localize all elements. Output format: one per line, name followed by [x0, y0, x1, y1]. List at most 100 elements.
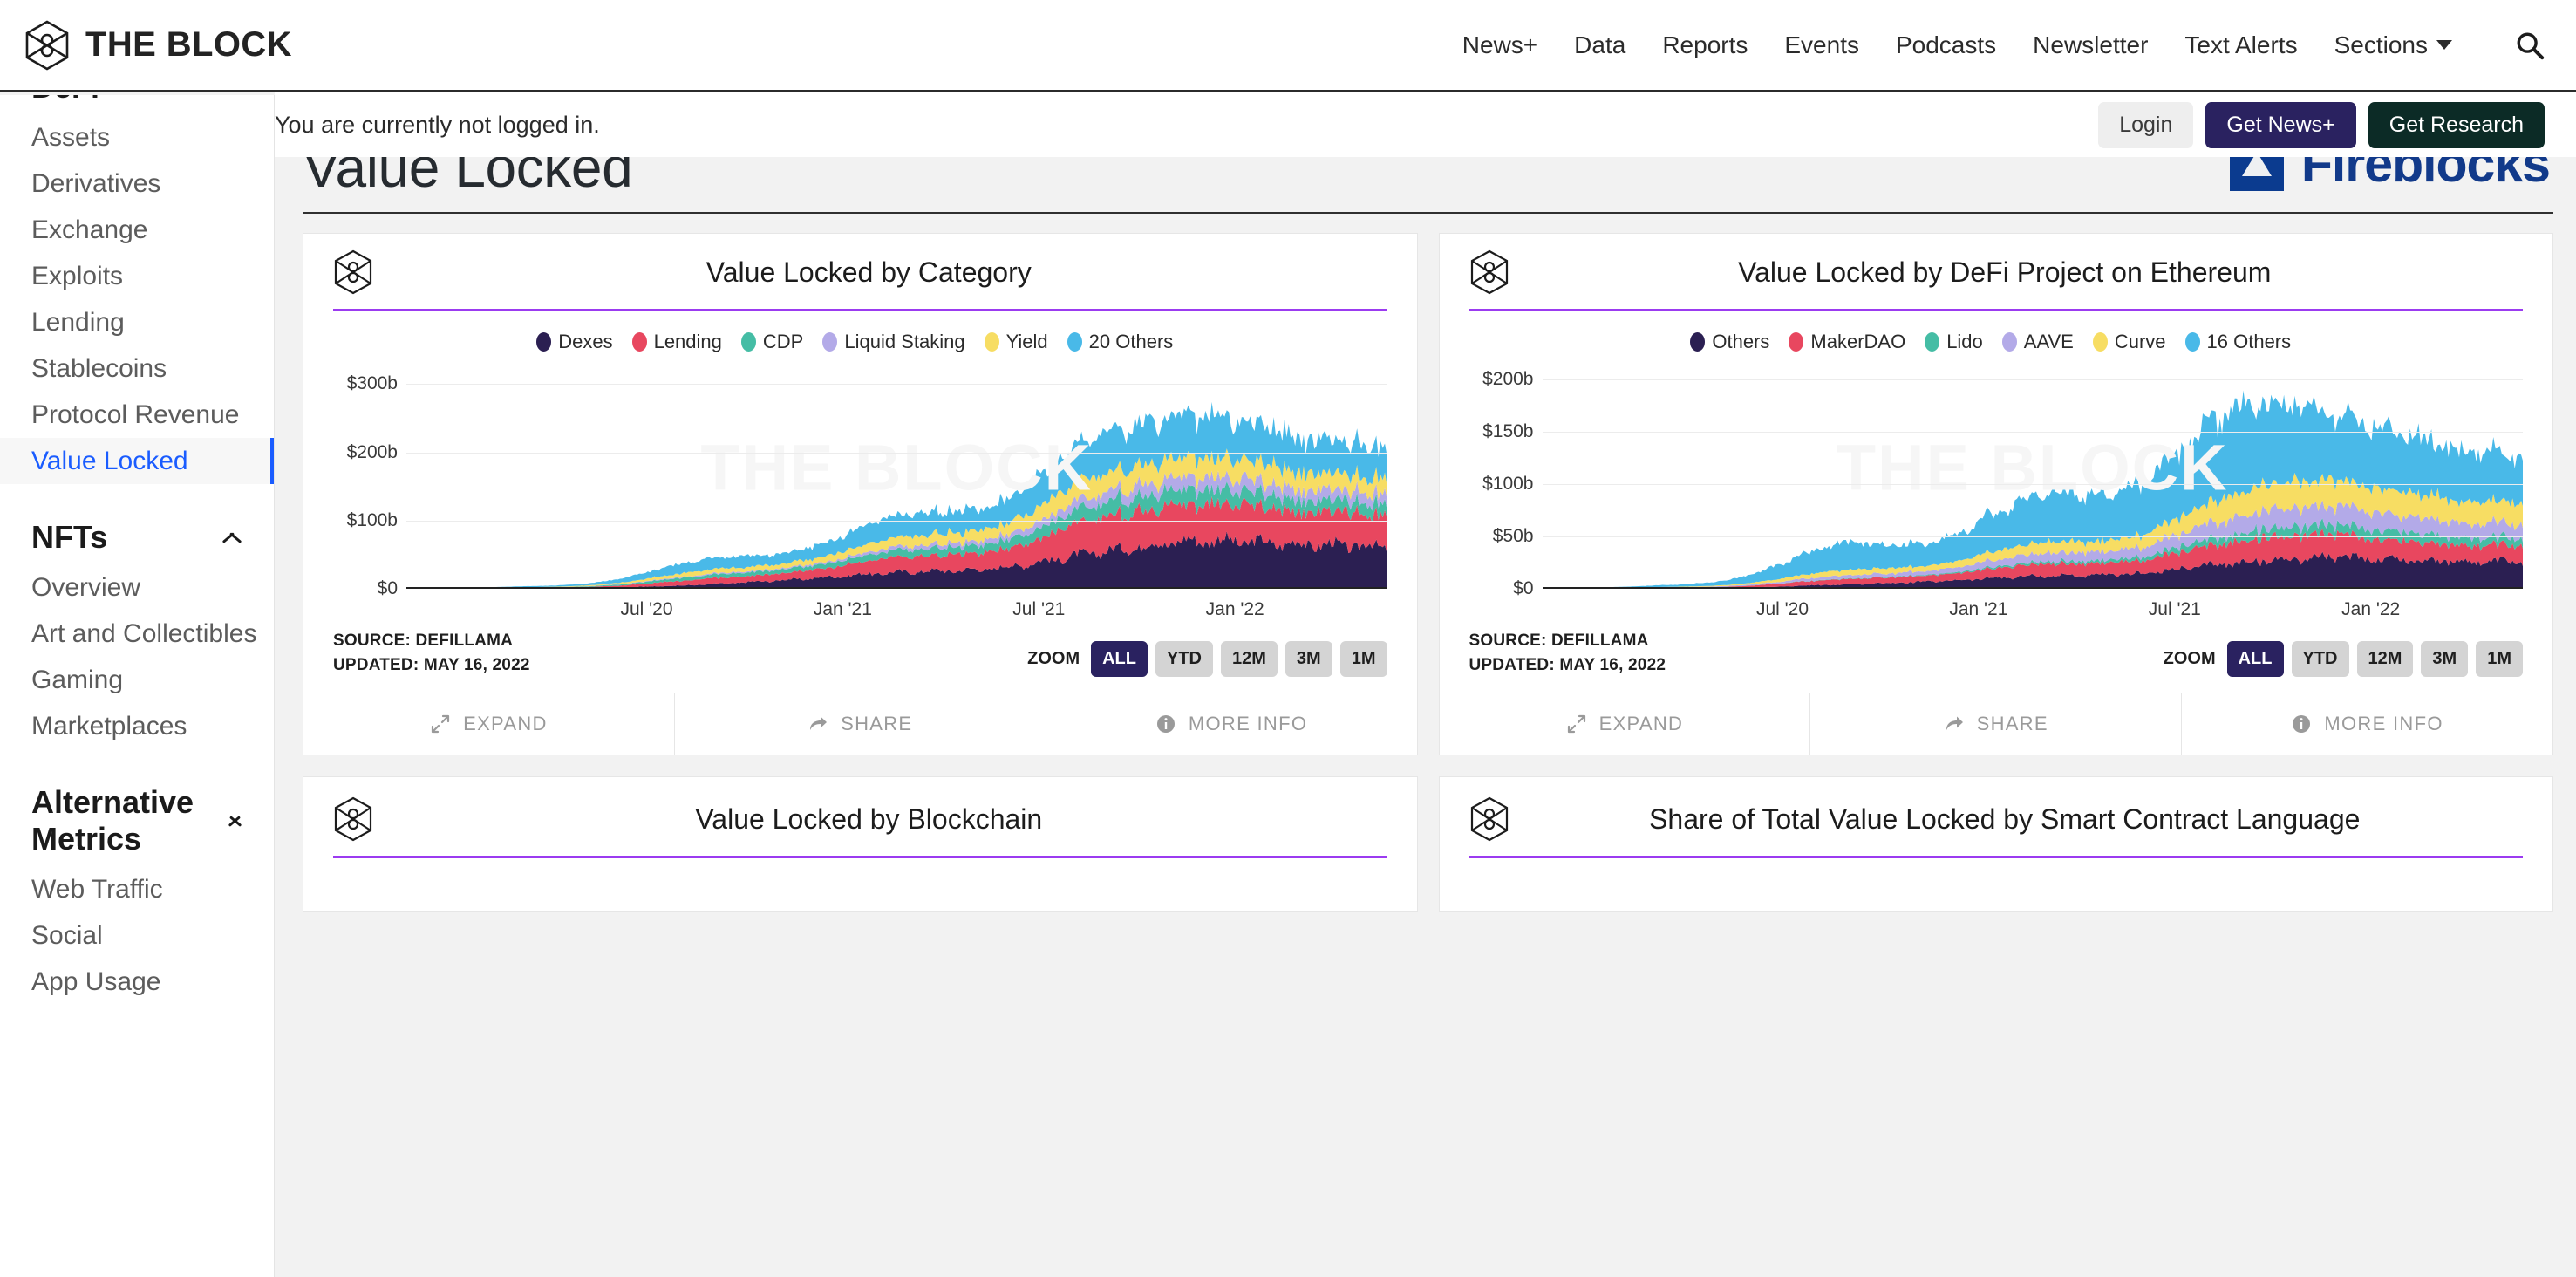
- nav-item-podcasts[interactable]: Podcasts: [1896, 31, 1996, 59]
- share-icon: [810, 716, 828, 731]
- expand-button[interactable]: EXPAND: [303, 693, 675, 755]
- chart-updated-line: UPDATED: MAY 16, 2022: [333, 655, 530, 674]
- zoom-option-ytd[interactable]: YTD: [1155, 641, 1213, 678]
- sidebar-item-stablecoins[interactable]: Stablecoins: [0, 345, 274, 392]
- card-header: Value Locked by DeFi Project on Ethereum: [1440, 234, 2553, 295]
- chart-plot-area: $0 $100b $200b $300b THE BLOCK: [333, 364, 1387, 598]
- get-research-button[interactable]: Get Research: [2368, 101, 2545, 148]
- zoom-option-all[interactable]: ALL: [1091, 641, 1148, 678]
- legend-item[interactable]: CDP: [740, 331, 803, 353]
- nav-item-text-alerts[interactable]: Text Alerts: [2184, 31, 2297, 59]
- share-button[interactable]: SHARE: [675, 693, 1046, 755]
- sidebar-item-art-and-collectibles[interactable]: Art and Collectibles: [0, 611, 274, 657]
- legend-item[interactable]: Dexes: [536, 331, 613, 353]
- card-header: Value Locked by Category: [303, 234, 1417, 295]
- zoom-option-ytd[interactable]: YTD: [2291, 641, 2349, 678]
- legend-item[interactable]: Liquid Staking: [822, 331, 965, 353]
- zoom-option-12m[interactable]: 12M: [2356, 641, 2414, 678]
- legend-color-dot: [822, 332, 838, 352]
- chart-card-grid-row-1: Value Locked by Category Dexes Lending CDP…: [303, 233, 2553, 756]
- sidebar-item-marketplaces[interactable]: Marketplaces: [0, 703, 274, 749]
- legend-color-dot: [1789, 332, 1804, 352]
- login-button[interactable]: Login: [2098, 101, 2194, 148]
- sidebar-item-derivatives[interactable]: Derivatives: [0, 160, 274, 207]
- zoom-option-1m[interactable]: 1M: [2476, 641, 2523, 678]
- site-logo[interactable]: THE BLOCK: [24, 20, 292, 71]
- sidebar-item-app-usage[interactable]: App Usage: [0, 959, 274, 1005]
- legend-item[interactable]: Others: [1690, 331, 1769, 353]
- search-button[interactable]: [2515, 31, 2545, 60]
- chart-gridline: [406, 452, 1387, 454]
- nav-item-data[interactable]: Data: [1574, 31, 1625, 59]
- legend-item[interactable]: AAVE: [2001, 331, 2074, 353]
- legend-item[interactable]: Curve: [2092, 331, 2166, 353]
- legend-item[interactable]: Lido: [1925, 331, 1983, 353]
- legend-item[interactable]: MakerDAO: [1789, 331, 1905, 353]
- login-status-bar: You are currently not logged in. Login G…: [275, 92, 2576, 157]
- sidebar-item-overview[interactable]: Overview: [0, 564, 274, 611]
- sidebar-group-alternative-metrics[interactable]: Alternative Metrics: [0, 779, 274, 866]
- share-button[interactable]: SHARE: [1810, 693, 2183, 755]
- nav-item-events[interactable]: Events: [1784, 31, 1859, 59]
- sidebar-item-gaming[interactable]: Gaming: [0, 657, 274, 703]
- sidebar-item-protocol-revenue[interactable]: Protocol Revenue: [0, 392, 274, 438]
- nav-item-sections[interactable]: Sections: [2334, 31, 2452, 59]
- more-info-button[interactable]: MORE INFO: [2182, 693, 2552, 755]
- x-axis-line: [406, 586, 1387, 589]
- sidebar-item-value-locked[interactable]: Value Locked: [0, 438, 274, 484]
- sidebar-item-assets[interactable]: Assets: [0, 114, 274, 160]
- zoom-control: ZOOM ALL YTD 12M 3M 1M: [2164, 641, 2523, 678]
- nav-item-reports[interactable]: Reports: [1662, 31, 1748, 59]
- get-news-plus-button[interactable]: Get News+: [2205, 101, 2356, 148]
- x-axis-tick-label: Jan '22: [1205, 599, 1264, 619]
- card-value-locked-by-blockchain: Value Locked by Blockchain: [303, 776, 1418, 912]
- y-axis-tick-label: $200b: [1482, 369, 1534, 389]
- chart-canvas[interactable]: THE BLOCK: [1542, 364, 2523, 589]
- y-axis-tick-label: $50b: [1492, 526, 1534, 546]
- chart-source: SOURCE: DEFILLAMA UPDATED: MAY 16, 2022: [1469, 629, 1666, 677]
- zoom-option-1m[interactable]: 1M: [1339, 641, 1387, 678]
- sidebar-group-defi[interactable]: DeFi: [0, 95, 274, 114]
- expand-label: EXPAND: [1598, 713, 1684, 735]
- card-action-bar: EXPAND SHARE MORE INFO: [1439, 693, 2552, 755]
- sidebar-group-nfts[interactable]: NFTs: [0, 514, 274, 564]
- sidebar-item-social[interactable]: Social: [0, 912, 274, 959]
- nav-item-newsletter[interactable]: Newsletter: [2033, 31, 2148, 59]
- sidebar-navigation: DeFi Assets Derivatives Exchange Exploit…: [0, 95, 275, 1277]
- legend-item[interactable]: 20 Others: [1067, 331, 1173, 353]
- legend-item[interactable]: Yield: [984, 331, 1048, 353]
- legend-item[interactable]: 16 Others: [2184, 331, 2291, 353]
- chart-legend: Dexes Lending CDP Liquid Staking Yield 20 Oth…: [303, 311, 1417, 359]
- sidebar-item-lending[interactable]: Lending: [0, 299, 274, 345]
- x-axis-labels: Jul '20 Jan '21 Jul '21 Jan '22: [1543, 592, 2524, 629]
- legend-item[interactable]: Lending: [631, 331, 722, 353]
- card-value-locked-by-category: Value Locked by Category Dexes Lending CDP…: [303, 233, 1418, 756]
- x-axis-line: [1542, 586, 2523, 589]
- y-axis-tick-label: $150b: [1482, 421, 1534, 441]
- legend-color-dot: [1690, 332, 1706, 352]
- expand-icon: [431, 714, 450, 734]
- more-info-button[interactable]: MORE INFO: [1046, 693, 1417, 755]
- site-logo-text: THE BLOCK: [85, 25, 292, 64]
- zoom-option-all[interactable]: ALL: [2226, 641, 2284, 678]
- y-axis-labels: $0 $100b $200b $300b: [333, 364, 406, 598]
- card-meta: SOURCE: DEFILLAMA UPDATED: MAY 16, 2022 …: [303, 629, 1417, 693]
- legend-color-dot: [740, 332, 756, 352]
- zoom-option-3m[interactable]: 3M: [1285, 641, 1332, 678]
- expand-button[interactable]: EXPAND: [1440, 693, 1811, 755]
- sidebar-divider-1: [0, 484, 274, 514]
- sidebar-item-exchange[interactable]: Exchange: [0, 207, 274, 253]
- chart-canvas[interactable]: THE BLOCK: [406, 364, 1387, 589]
- legend-label: Others: [1712, 331, 1770, 352]
- login-status-message: You are currently not logged in.: [275, 111, 600, 138]
- sidebar-item-web-traffic[interactable]: Web Traffic: [0, 866, 274, 912]
- nav-item-news-plus[interactable]: News+: [1462, 31, 1537, 59]
- zoom-option-3m[interactable]: 3M: [2421, 641, 2469, 678]
- search-icon: [2517, 32, 2545, 59]
- chart-source: SOURCE: DEFILLAMA UPDATED: MAY 16, 2022: [333, 629, 530, 677]
- legend-color-dot: [1925, 332, 1940, 352]
- zoom-option-12m[interactable]: 12M: [1221, 641, 1278, 678]
- top-navigation-bar: THE BLOCK News+ Data Reports Events Podc…: [0, 0, 2576, 92]
- card-title: Value Locked by Blockchain: [695, 803, 1043, 836]
- sidebar-item-exploits[interactable]: Exploits: [0, 253, 274, 299]
